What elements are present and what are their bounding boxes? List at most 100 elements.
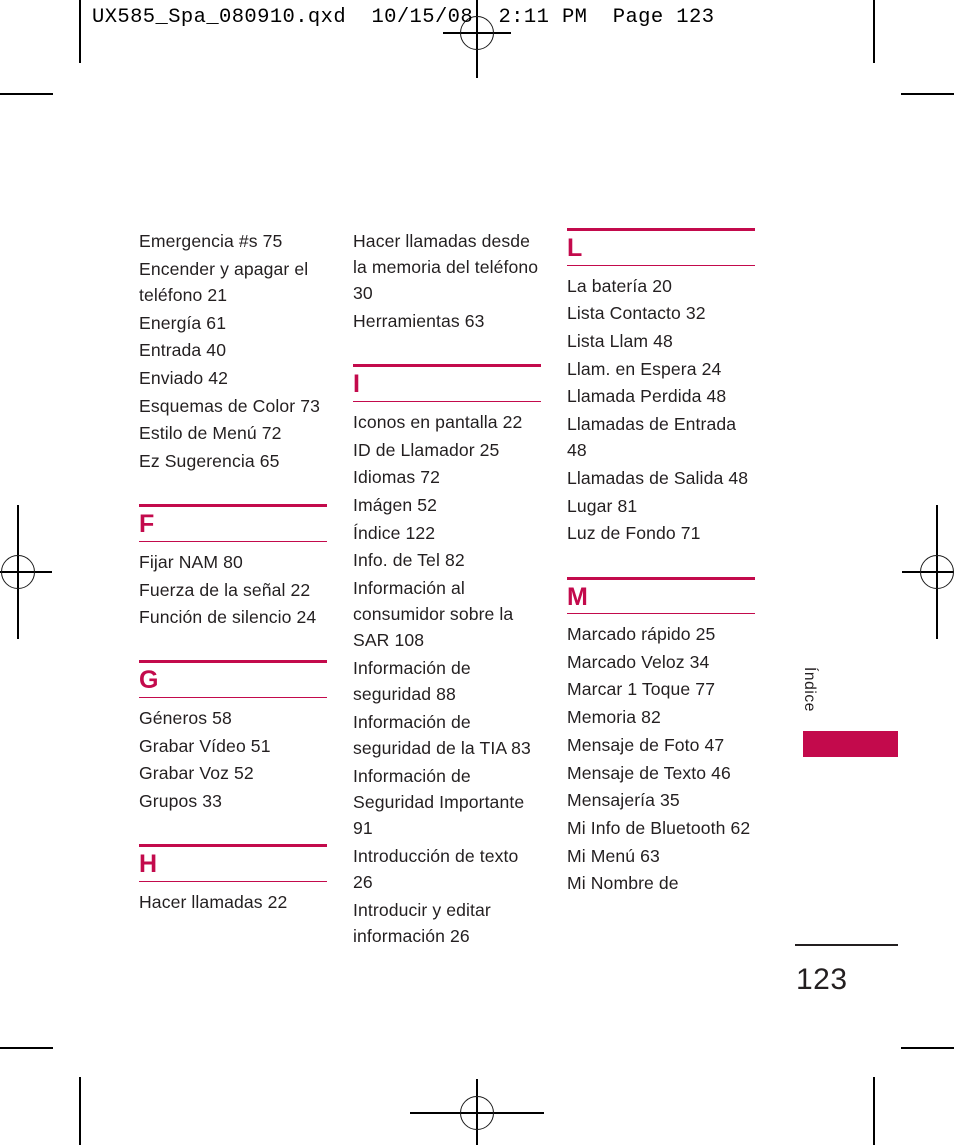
index-entry[interactable]: Índice 122 [353, 520, 541, 546]
index-entry[interactable]: Mi Nombre de [567, 870, 755, 896]
index-entry[interactable]: Función de silencio 24 [139, 604, 327, 630]
section-heading-l: L [567, 228, 755, 266]
index-entry[interactable]: Emergencia #s 75 [139, 228, 327, 254]
index-entry[interactable]: Luz de Fondo 71 [567, 520, 755, 546]
index-entry[interactable]: Fuerza de la señal 22 [139, 577, 327, 603]
index-entry[interactable]: Lista Llam 48 [567, 328, 755, 354]
section-letter: M [567, 582, 588, 611]
index-entry[interactable]: La batería 20 [567, 273, 755, 299]
section-rule-bottom [139, 880, 327, 882]
index-section-f: F Fijar NAM 80 Fuerza de la señal 22 Funció… [139, 504, 327, 630]
section-letter: H [139, 850, 158, 879]
crop-mark-bottom-left-vertical [79, 1077, 81, 1145]
index-entry-list: Emergencia #s 75 Encender y apagar el tel… [139, 228, 327, 474]
section-heading-m: M [567, 576, 755, 615]
index-entry[interactable]: Mensaje de Texto 46 [567, 760, 755, 786]
index-entry[interactable]: Mi Info de Bluetooth 62 [567, 815, 755, 841]
index-entry[interactable]: Llamadas de Salida 48 [567, 465, 755, 491]
registration-target-left [0, 505, 52, 639]
index-entry[interactable]: Géneros 58 [139, 705, 327, 731]
index-entry[interactable]: Idiomas 72 [353, 464, 541, 490]
index-entry[interactable]: Lugar 81 [567, 493, 755, 519]
index-column-2: Hacer llamadas desde la memoria del telé… [353, 228, 541, 951]
registration-target-bottom [410, 1079, 544, 1145]
index-entry[interactable]: Herramientas 63 [353, 308, 541, 334]
index-entry[interactable]: Llam. en Espera 24 [567, 356, 755, 382]
index-entry[interactable]: Introducir y editar información 26 [353, 897, 541, 949]
index-columns-container: Emergencia #s 75 Encender y apagar el tel… [139, 228, 775, 951]
index-entries-continued: Hacer llamadas desde la memoria del telé… [353, 228, 541, 334]
index-entry[interactable]: Hacer llamadas 22 [139, 889, 327, 915]
section-letter: G [139, 666, 159, 695]
index-section-g: G Géneros 58 Grabar Vídeo 51 Grabar Voz 52 G… [139, 660, 327, 814]
section-rule-bottom [353, 400, 541, 402]
side-tab-label: Índice [801, 667, 818, 712]
index-entry[interactable]: Grabar Voz 52 [139, 760, 327, 786]
index-entry[interactable]: Información de Seguridad Importante 91 [353, 763, 541, 842]
index-entry-list: La batería 20 Lista Contacto 32 Lista Llam… [567, 273, 755, 547]
crop-mark-top-left-horizontal [0, 93, 53, 95]
index-entry[interactable]: Info. de Tel 82 [353, 547, 541, 573]
index-entry[interactable]: Memoria 82 [567, 704, 755, 730]
index-entry[interactable]: Información de seguridad 88 [353, 655, 541, 707]
crop-mark-top-right-vertical [873, 0, 875, 63]
index-entry[interactable]: Estilo de Menú 72 [139, 420, 327, 446]
index-entry[interactable]: Esquemas de Color 73 [139, 393, 327, 419]
index-entry[interactable]: Fijar NAM 80 [139, 549, 327, 575]
index-entry[interactable]: Lista Contacto 32 [567, 300, 755, 326]
section-rule-bottom [567, 264, 755, 266]
index-column-3: L La batería 20 Lista Contacto 32 Lista Lla… [567, 228, 755, 951]
section-heading-f: F [139, 504, 327, 542]
index-entry-list: Fijar NAM 80 Fuerza de la señal 22 Función… [139, 549, 327, 631]
index-entry[interactable]: Encender y apagar el teléfono 21 [139, 256, 327, 308]
index-entry[interactable]: Mi Menú 63 [567, 843, 755, 869]
section-heading-g: G [139, 660, 327, 698]
page-number: 123 [796, 963, 848, 996]
index-entry[interactable]: Energía 61 [139, 310, 327, 336]
index-entry[interactable]: Iconos en pantalla 22 [353, 409, 541, 435]
crop-mark-top-left-vertical [79, 0, 81, 63]
index-entry[interactable]: Mensaje de Foto 47 [567, 732, 755, 758]
index-entry[interactable]: Grupos 33 [139, 788, 327, 814]
index-entry-list: Géneros 58 Grabar Vídeo 51 Grabar Voz 52 Gr… [139, 705, 327, 814]
crop-mark-top-right-horizontal [901, 93, 954, 95]
registration-target-right [902, 505, 954, 639]
section-heading-i: I [353, 364, 541, 402]
index-entry[interactable]: Ez Sugerencia 65 [139, 448, 327, 474]
index-section-l: L La batería 20 Lista Contacto 32 Lista Lla… [567, 228, 755, 547]
section-heading-h: H [139, 844, 327, 882]
index-entry[interactable]: Marcado rápido 25 [567, 621, 755, 647]
folio-rule [795, 944, 898, 946]
index-entry-list: Hacer llamadas 22 [139, 889, 327, 915]
index-entries-continued: Emergencia #s 75 Encender y apagar el tel… [139, 228, 327, 474]
section-letter: L [567, 234, 583, 262]
index-entry[interactable]: Marcado Veloz 34 [567, 649, 755, 675]
index-page: UX585_Spa_080910.qxd 10/15/08 2:11 PM Pa… [0, 0, 954, 1145]
index-entry[interactable]: Marcar 1 Toque 77 [567, 676, 755, 702]
index-entry[interactable]: Información de seguridad de la TIA 83 [353, 709, 541, 761]
index-entry[interactable]: Enviado 42 [139, 365, 327, 391]
index-entry[interactable]: Mensajería 35 [567, 787, 755, 813]
index-entry[interactable]: Información al consumidor sobre la SAR 1… [353, 575, 541, 654]
index-column-1: Emergencia #s 75 Encender y apagar el tel… [139, 228, 327, 951]
crop-mark-bottom-left-horizontal [0, 1047, 53, 1049]
index-entry-list: Iconos en pantalla 22 ID de Llamador 25 Id… [353, 409, 541, 950]
index-entry[interactable]: Grabar Vídeo 51 [139, 733, 327, 759]
index-entry-list: Hacer llamadas desde la memoria del telé… [353, 228, 541, 334]
side-tab-swatch [803, 731, 898, 757]
index-section-m: M Marcado rápido 25 Marcado Veloz 34 Marcar… [567, 576, 755, 897]
index-entry[interactable]: Llamada Perdida 48 [567, 383, 755, 409]
index-entry[interactable]: Hacer llamadas desde la memoria del telé… [353, 228, 541, 307]
section-rule-bottom [139, 696, 327, 698]
index-entry[interactable]: Introducción de texto 26 [353, 843, 541, 895]
index-section-i: I Iconos en pantalla 22 ID de Llamador 25 I… [353, 364, 541, 949]
index-entry[interactable]: Imágen 52 [353, 492, 541, 518]
index-entry[interactable]: ID de Llamador 25 [353, 437, 541, 463]
index-entry[interactable]: Llamadas de Entrada 48 [567, 411, 755, 463]
index-section-h: H Hacer llamadas 22 [139, 844, 327, 915]
index-entry-list: Marcado rápido 25 Marcado Veloz 34 Marcar … [567, 621, 755, 897]
crop-mark-bottom-right-horizontal [901, 1047, 954, 1049]
index-entry[interactable]: Entrada 40 [139, 337, 327, 363]
section-rule-bottom [139, 540, 327, 542]
section-rule-bottom [567, 613, 755, 615]
